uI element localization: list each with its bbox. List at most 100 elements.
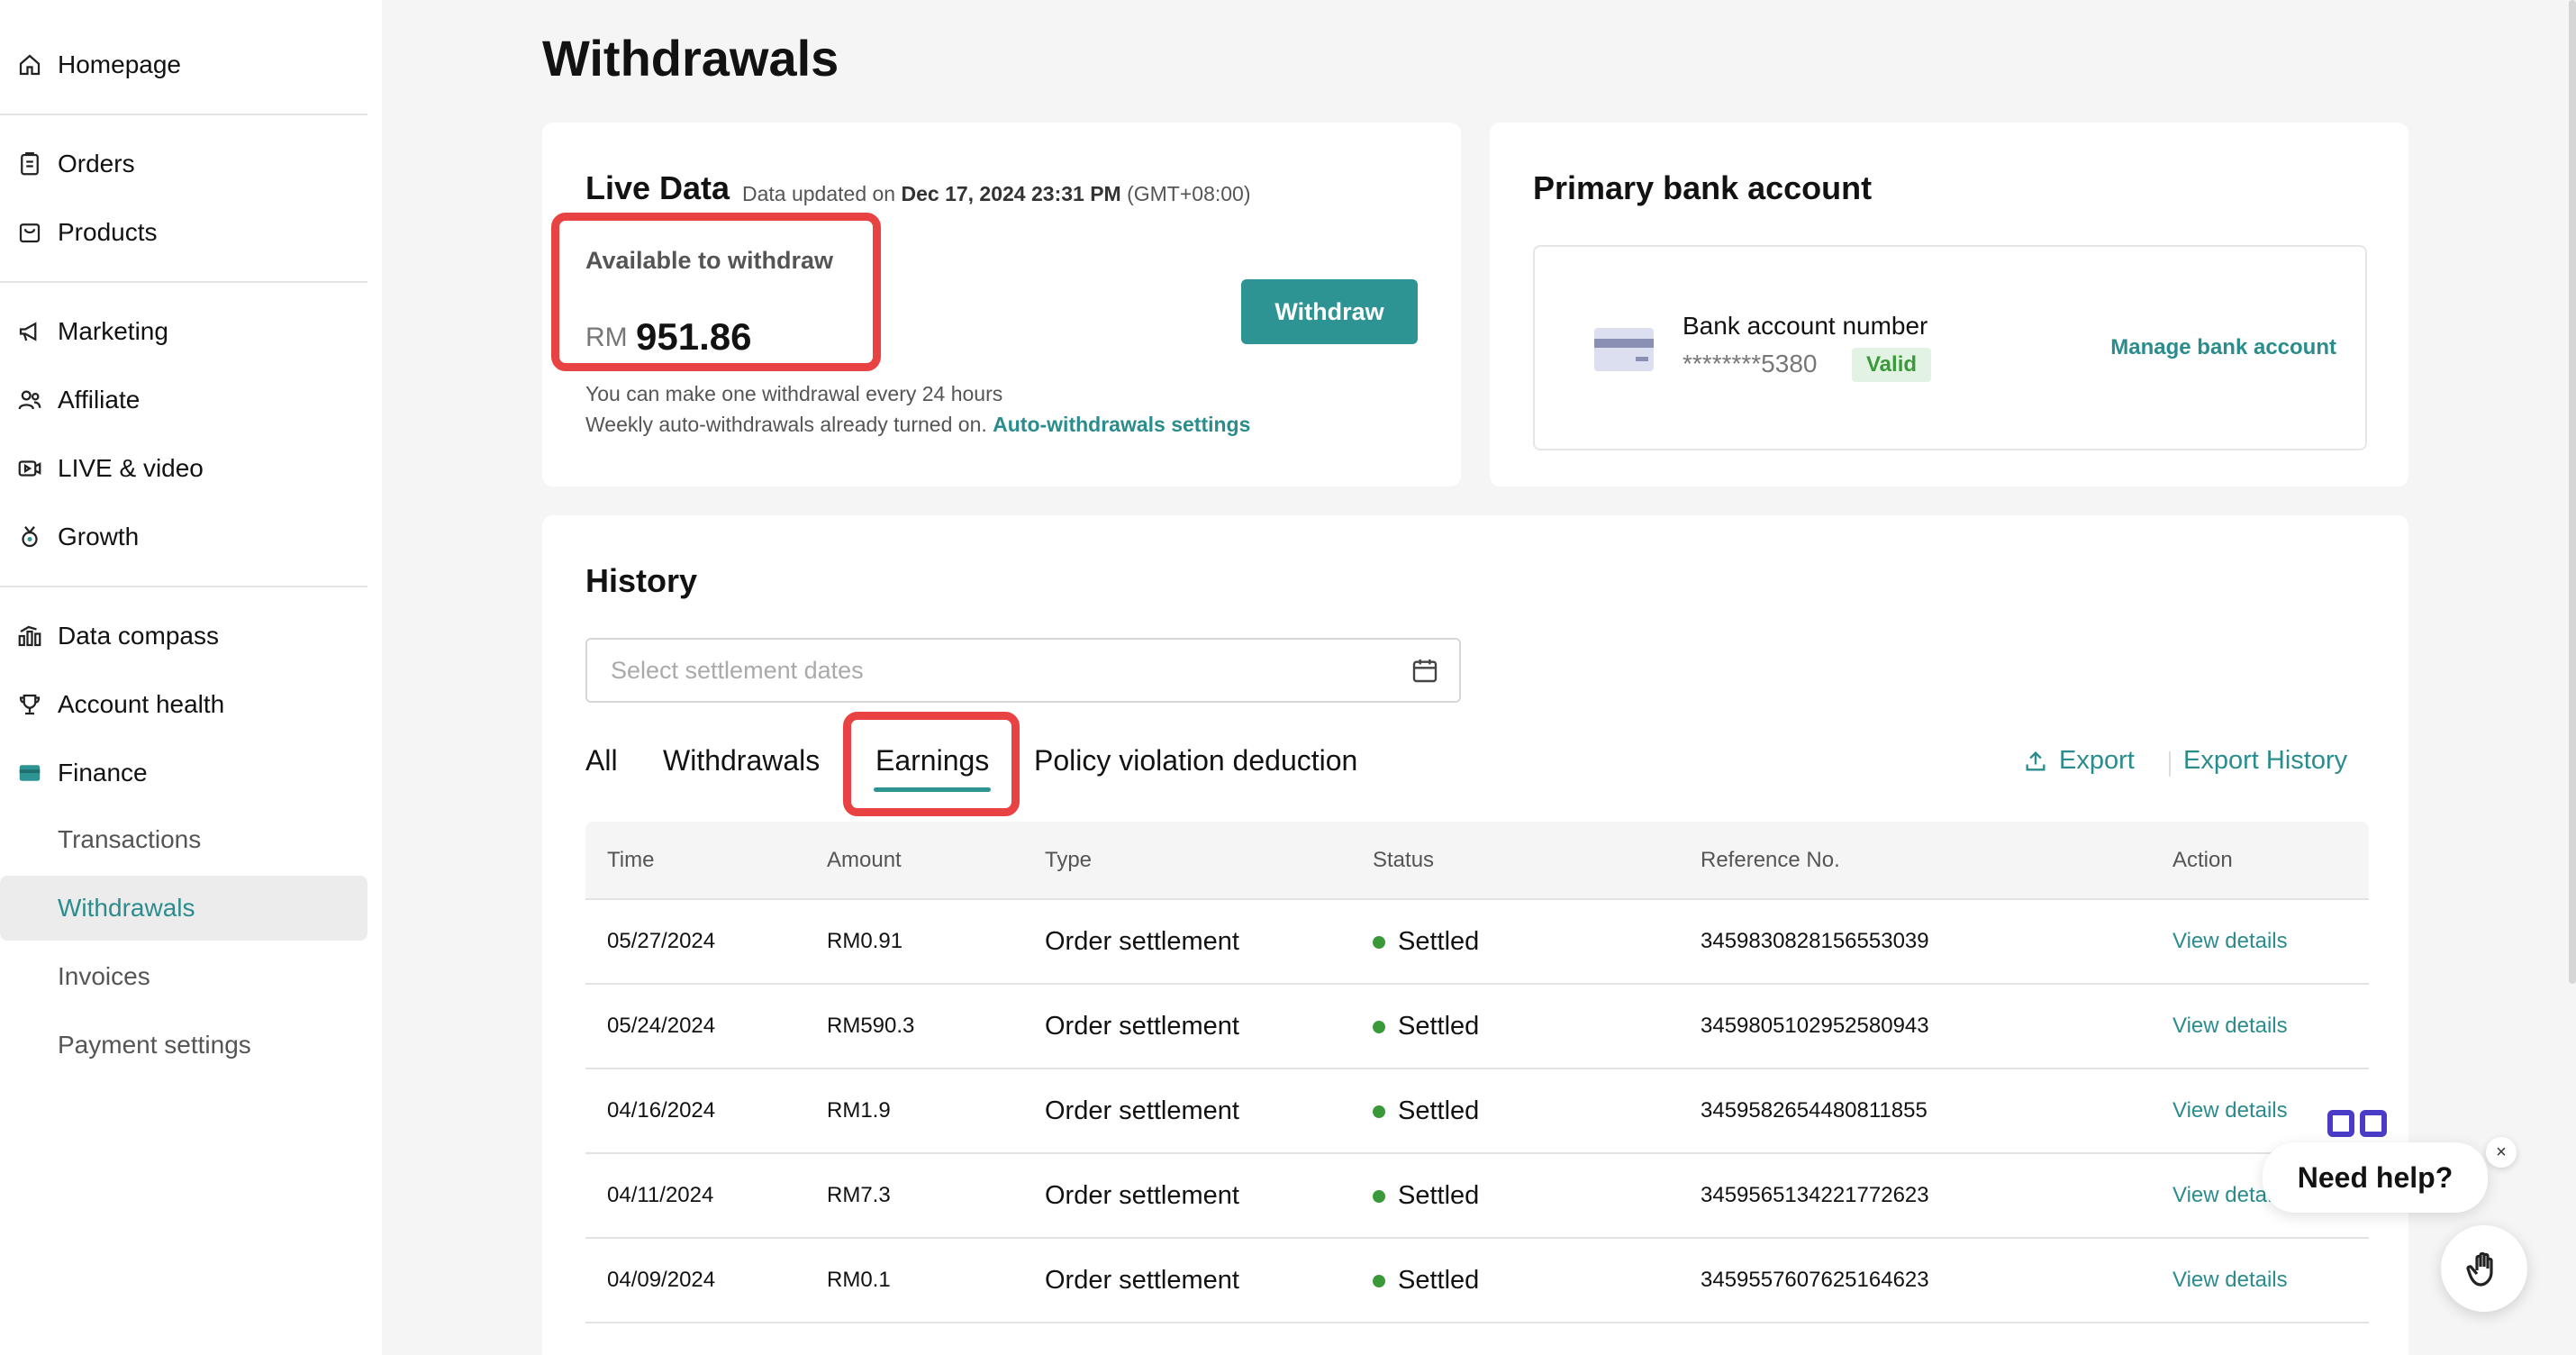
sidebar-item-label: Orders bbox=[58, 150, 135, 177]
export-button[interactable]: Export bbox=[2023, 746, 2135, 776]
cell-amount: RM7.3 bbox=[805, 1153, 1023, 1239]
waving-hand-icon bbox=[2466, 1251, 2493, 1287]
available-amount: 951.86 bbox=[636, 315, 752, 358]
calendar-icon[interactable] bbox=[1410, 656, 1439, 685]
view-details-link[interactable]: View details bbox=[2172, 1098, 2288, 1123]
column-header-amount: Amount bbox=[805, 822, 1023, 900]
sidebar-item-homepage[interactable]: Homepage bbox=[0, 31, 382, 99]
cell-time: 04/16/2024 bbox=[585, 1069, 805, 1154]
scrollbar[interactable] bbox=[2569, 0, 2576, 984]
table-row: 04/09/2024 RM0.1 Order settlement Settle… bbox=[585, 1238, 2369, 1323]
table-row: 05/27/2024 RM0.91 Order settlement Settl… bbox=[585, 899, 2369, 985]
sidebar-item-marketing[interactable]: Marketing bbox=[0, 297, 382, 366]
available-to-withdraw-label: Available to withdraw bbox=[585, 247, 834, 274]
cell-status: Settled bbox=[1351, 1069, 1679, 1154]
auto-withdrawal-text: Weekly auto-withdrawals already turned o… bbox=[585, 413, 987, 436]
need-help-bubble[interactable]: Need help? bbox=[2263, 1142, 2488, 1213]
status-text: Settled bbox=[1398, 926, 1480, 956]
cell-action: View details bbox=[2151, 984, 2369, 1069]
currency-label: RM bbox=[585, 323, 628, 352]
sidebar-item-label: LIVE & video bbox=[58, 454, 204, 482]
cell-status: Settled bbox=[1351, 984, 1679, 1069]
megaphone-icon bbox=[16, 318, 43, 345]
sidebar-item-products[interactable]: Products bbox=[0, 198, 382, 267]
bank-card-icon bbox=[1594, 328, 1654, 371]
status-text: Settled bbox=[1398, 1096, 1480, 1125]
export-label: Export bbox=[2059, 746, 2135, 775]
column-header-reference: Reference No. bbox=[1679, 822, 2151, 900]
tab-all[interactable]: All bbox=[585, 744, 618, 778]
cell-reference: 3459805102952580943 bbox=[1679, 984, 2151, 1069]
cell-amount: RM1.9 bbox=[805, 1069, 1023, 1154]
sidebar-item-growth[interactable]: Growth bbox=[0, 503, 382, 571]
sidebar-item-payment-settings[interactable]: Payment settings bbox=[0, 1013, 367, 1078]
view-details-link[interactable]: View details bbox=[2172, 929, 2288, 953]
sidebar-item-withdrawals[interactable]: Withdrawals bbox=[0, 876, 367, 941]
sidebar-item-finance[interactable]: Finance bbox=[0, 739, 382, 807]
column-header-status: Status bbox=[1351, 822, 1679, 900]
sidebar-item-label: Products bbox=[58, 218, 158, 246]
tab-policy-violation-deduction[interactable]: Policy violation deduction bbox=[1034, 744, 1357, 778]
tab-withdrawals[interactable]: Withdrawals bbox=[663, 744, 820, 778]
table-header-row: Time Amount Type Status Reference No. Ac… bbox=[585, 822, 2369, 900]
cell-amount: RM0.1 bbox=[805, 1238, 1023, 1323]
bank-card-title: Primary bank account bbox=[1533, 169, 1873, 206]
column-header-time: Time bbox=[585, 822, 805, 900]
table-row: 04/11/2024 RM7.3 Order settlement Settle… bbox=[585, 1153, 2369, 1239]
primary-bank-card: Primary bank account Bank account number… bbox=[1490, 123, 2408, 487]
updated-date: Dec 17, 2024 23:31 PM bbox=[901, 182, 1121, 205]
cell-time: 04/09/2024 bbox=[585, 1238, 805, 1323]
status-text: Settled bbox=[1398, 1011, 1480, 1041]
sidebar-item-label: Homepage bbox=[58, 50, 181, 78]
sidebar-item-invoices[interactable]: Invoices bbox=[0, 944, 367, 1009]
status-text: Settled bbox=[1398, 1265, 1480, 1295]
export-history-link[interactable]: Export History bbox=[2183, 746, 2347, 776]
sidebar-divider bbox=[0, 586, 367, 587]
video-icon bbox=[16, 455, 43, 482]
view-details-link[interactable]: View details bbox=[2172, 1268, 2288, 1292]
wallet-icon bbox=[16, 759, 43, 787]
sidebar: Homepage Orders Products Marketing Affil… bbox=[0, 0, 382, 1355]
sidebar-item-orders[interactable]: Orders bbox=[0, 130, 382, 198]
bar-chart-icon bbox=[16, 623, 43, 650]
sidebar-item-account-health[interactable]: Account health bbox=[0, 670, 382, 739]
table-row: 05/24/2024 RM590.3 Order settlement Sett… bbox=[585, 984, 2369, 1069]
auto-withdrawals-settings-link[interactable]: Auto-withdrawals settings bbox=[993, 413, 1250, 436]
cell-type: Order settlement bbox=[1023, 899, 1351, 985]
history-table: Time Amount Type Status Reference No. Ac… bbox=[585, 822, 2369, 1323]
bank-account-number-label: Bank account number bbox=[1683, 312, 1928, 340]
sidebar-item-affiliate[interactable]: Affiliate bbox=[0, 366, 382, 434]
settlement-date-input[interactable] bbox=[585, 638, 1461, 703]
cell-type: Order settlement bbox=[1023, 1153, 1351, 1239]
cell-time: 05/24/2024 bbox=[585, 984, 805, 1069]
sidebar-item-data-compass[interactable]: Data compass bbox=[0, 602, 382, 670]
view-details-link[interactable]: View details bbox=[2172, 1014, 2288, 1038]
updated-prefix: Data updated on bbox=[742, 182, 896, 205]
export-separator bbox=[2169, 751, 2171, 777]
help-logo-icon bbox=[2327, 1110, 2387, 1137]
cell-type: Order settlement bbox=[1023, 984, 1351, 1069]
sidebar-item-transactions[interactable]: Transactions bbox=[0, 807, 367, 872]
close-icon[interactable]: × bbox=[2486, 1137, 2517, 1168]
column-header-type: Type bbox=[1023, 822, 1351, 900]
users-icon bbox=[16, 386, 43, 414]
sidebar-divider bbox=[0, 281, 367, 283]
medal-icon bbox=[16, 523, 43, 550]
cell-action: View details bbox=[2151, 1238, 2369, 1323]
earnings-highlight-box bbox=[843, 712, 1020, 816]
status-text: Settled bbox=[1398, 1180, 1480, 1210]
bank-account-number: ********5380 bbox=[1683, 350, 1818, 377]
history-title: History bbox=[585, 562, 698, 599]
cell-reference: 3459582654480811855 bbox=[1679, 1069, 2151, 1154]
withdraw-button[interactable]: Withdraw bbox=[1241, 279, 1418, 344]
sidebar-item-live-video[interactable]: LIVE & video bbox=[0, 434, 382, 503]
cell-reference: 3459830828156553039 bbox=[1679, 899, 2151, 985]
sidebar-item-label: Affiliate bbox=[58, 386, 141, 414]
live-data-title: Live Data bbox=[585, 169, 730, 206]
updated-timezone: (GMT+08:00) bbox=[1127, 182, 1251, 205]
help-button[interactable] bbox=[2441, 1225, 2527, 1312]
manage-bank-account-link[interactable]: Manage bank account bbox=[2110, 335, 2336, 360]
settled-dot bbox=[1373, 1105, 1385, 1118]
clipboard-icon bbox=[16, 150, 43, 177]
settled-dot bbox=[1373, 1274, 1385, 1287]
